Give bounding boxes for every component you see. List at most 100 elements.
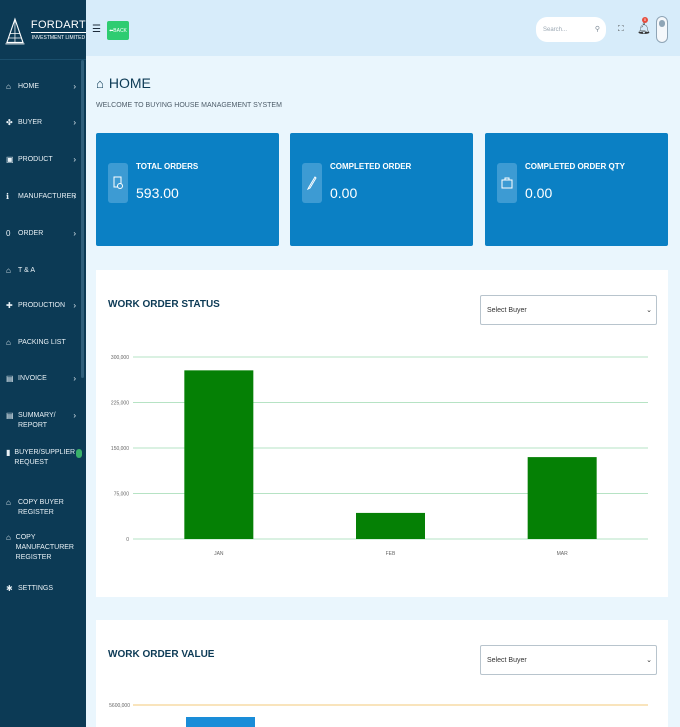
x-tick-label: MAR	[557, 551, 569, 557]
y-tick-label: 150,000	[111, 446, 129, 452]
hamburger-menu-icon[interactable]: ☰	[92, 24, 101, 35]
info-icon: ℹ	[6, 192, 10, 201]
document-clock-icon	[108, 163, 128, 203]
sidebar-item-packing-list[interactable]: ⌂ PACKING LIST	[0, 338, 86, 374]
report-icon: ▤	[6, 411, 14, 420]
sidebar-item-order[interactable]: 0 ORDER ›	[0, 229, 86, 266]
brand[interactable]: FORDART INVESTMENT LIMITED	[0, 0, 86, 60]
stat-card-total-orders[interactable]: TOTAL ORDERS 593.00	[96, 133, 279, 246]
home-icon: ⌂	[6, 266, 11, 275]
y-tick-label: 225,000	[111, 401, 129, 407]
home-icon: ⌂	[6, 498, 11, 507]
sidebar-item-label: SUMMARY/ REPORT	[18, 412, 56, 429]
sidebar-item-buyer-supplier-request[interactable]: ▮ BUYER/SUPPLIER REQUEST	[0, 448, 86, 498]
sidebar: FORDART INVESTMENT LIMITED ⌂ HOME › ✤ BU…	[0, 0, 86, 727]
chevron-right-icon: ›	[73, 155, 76, 164]
stat-label: COMPLETED ORDER	[330, 162, 412, 171]
y-tick-label: 300,000	[111, 355, 129, 361]
sidebar-item-label: PRODUCTION	[18, 302, 66, 309]
work-order-value-panel: WORK ORDER VALUE Select Buyer ⌄ 5600,000	[96, 620, 668, 727]
back-button[interactable]: ⬅ BACK	[107, 21, 129, 40]
stat-card-completed-order[interactable]: COMPLETED ORDER 0.00	[290, 133, 473, 246]
chevron-right-icon: ›	[73, 82, 76, 91]
status-badge	[76, 449, 82, 458]
work-order-status-chart: 0 75,000 150,000 225,000 300,000 JAN FEB MAR	[111, 355, 648, 557]
sidebar-item-settings[interactable]: ✱ SETTINGS	[0, 584, 86, 604]
search-icon[interactable]: ⚲	[595, 25, 600, 33]
sidebar-item-production[interactable]: ✚ PRODUCTION ›	[0, 301, 86, 338]
chevron-right-icon: ›	[73, 301, 76, 310]
users-icon: ✤	[6, 118, 13, 127]
stat-value: 0.00	[330, 185, 358, 201]
gear-icon: ✱	[6, 584, 13, 593]
y-tick-label: 0	[126, 537, 129, 543]
sidebar-item-label: SETTINGS	[18, 585, 54, 592]
home-icon: ⌂	[96, 75, 104, 91]
sidebar-item-copy-buyer-register[interactable]: ⌂ COPY BUYER REGISTER	[0, 498, 86, 533]
sidebar-item-manufacturer[interactable]: ℹ MANUFACTURER ›	[0, 192, 86, 229]
sidebar-item-product[interactable]: ▣ PRODUCT ›	[0, 155, 86, 192]
sidebar-item-label: HOME	[18, 83, 39, 90]
bar-feb[interactable]	[356, 512, 425, 539]
back-button-label: BACK	[113, 27, 127, 34]
product-icon: ▣	[6, 155, 14, 164]
brand-name: FORDART	[30, 18, 86, 33]
topbar: ☰ ⬅ BACK Search... ⚲ ⛶ 🔔︎ 0	[86, 0, 680, 56]
sidebar-item-label: COPY BUYER REGISTER	[18, 499, 64, 516]
chevron-right-icon: ›	[73, 192, 76, 201]
chevron-right-icon: ›	[73, 118, 76, 127]
x-tick-label: FEB	[386, 551, 396, 557]
stat-value: 593.00	[136, 185, 179, 201]
bell-icon[interactable]: 🔔︎	[637, 22, 651, 35]
sidebar-item-label: PRODUCT	[18, 156, 53, 163]
fullscreen-icon[interactable]: ⛶	[618, 24, 624, 34]
sidebar-item-label: BUYER	[18, 119, 43, 126]
sidebar-item-label: ORDER	[18, 230, 44, 237]
stat-value: 0.00	[525, 185, 553, 201]
y-tick-label: 5600,000	[109, 703, 130, 709]
order-icon: 0	[6, 229, 11, 238]
bar	[186, 717, 255, 727]
home-icon: ⌂	[6, 338, 11, 347]
chevron-right-icon: ›	[73, 374, 76, 383]
sidebar-scrollbar[interactable]	[81, 60, 84, 378]
sidebar-item-t-and-a[interactable]: ⌂ T & A	[0, 266, 86, 301]
bar-mar[interactable]	[527, 457, 597, 539]
sidebar-item-label: MANUFACTURER	[18, 193, 77, 200]
sidebar-item-summary-report[interactable]: ▤ SUMMARY/ REPORT ›	[0, 411, 86, 448]
chevron-right-icon: ›	[73, 411, 76, 420]
work-order-value-chart: 5600,000	[109, 703, 648, 727]
production-icon: ✚	[6, 301, 13, 310]
page-title-text: HOME	[108, 75, 151, 91]
avatar[interactable]	[656, 16, 668, 43]
sidebar-item-buyer[interactable]: ✤ BUYER ›	[0, 118, 86, 155]
sidebar-item-label: INVOICE	[18, 375, 47, 382]
work-order-status-panel: WORK ORDER STATUS Select Buyer ⌄ 0 75,000…	[96, 270, 668, 597]
brand-subtitle: INVESTMENT LIMITED	[31, 34, 86, 41]
invoice-icon: ▤	[6, 374, 14, 383]
sidebar-item-label: T & A	[18, 267, 35, 274]
sidebar-item-label: COPY MANUFACTURER REGISTER	[15, 534, 74, 561]
stat-label: COMPLETED ORDER QTY	[525, 162, 626, 171]
pen-icon	[302, 163, 322, 203]
stat-label: TOTAL ORDERS	[136, 162, 199, 171]
briefcase-icon	[497, 163, 517, 203]
chevron-right-icon: ›	[73, 229, 76, 238]
bar-jan[interactable]	[184, 370, 254, 539]
logo-icon	[4, 12, 26, 47]
stat-card-completed-order-qty[interactable]: COMPLETED ORDER QTY 0.00	[485, 133, 668, 246]
search-input[interactable]: Search... ⚲	[536, 17, 606, 42]
search-placeholder: Search...	[543, 26, 568, 33]
page-title: ⌂ HOME	[96, 75, 151, 91]
home-icon: ⌂	[6, 533, 11, 542]
sidebar-item-copy-manufacturer-register[interactable]: ⌂ COPY MANUFACTURER REGISTER	[0, 533, 86, 584]
sidebar-item-label: PACKING LIST	[18, 339, 66, 346]
x-tick-label: JAN	[214, 551, 224, 557]
notification-badge: 0	[642, 17, 648, 23]
sidebar-item-invoice[interactable]: ▤ INVOICE ›	[0, 374, 86, 411]
page-subtitle: WELCOME TO BUYING HOUSE MANAGEMENT SYSTE…	[96, 102, 282, 109]
sidebar-item-home[interactable]: ⌂ HOME ›	[0, 82, 86, 118]
sidebar-menu: ⌂ HOME › ✤ BUYER › ▣ PRODUCT › ℹ MANUFAC…	[0, 60, 86, 604]
brand-text: FORDART INVESTMENT LIMITED	[30, 18, 86, 41]
request-icon: ▮	[6, 448, 11, 457]
